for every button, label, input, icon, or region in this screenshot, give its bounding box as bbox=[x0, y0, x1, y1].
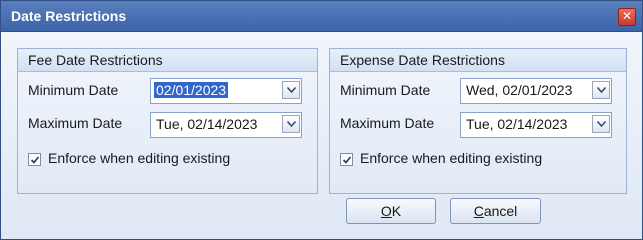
expense-maximum-date-picker[interactable]: Tue, 02/14/2023 bbox=[460, 112, 612, 138]
date-restrictions-dialog: Date Restrictions ✕ Fee Date Restriction… bbox=[0, 0, 643, 240]
expense-group-title: Expense Date Restrictions bbox=[340, 52, 505, 68]
expense-group-body: Minimum Date Wed, 02/01/2023 Maximum Dat… bbox=[330, 72, 626, 193]
expense-maximum-date-dropdown-button[interactable] bbox=[592, 115, 610, 133]
dialog-body: Fee Date Restrictions Minimum Date 02/01… bbox=[1, 32, 642, 239]
chevron-down-icon bbox=[597, 121, 606, 127]
fee-enforce-label[interactable]: Enforce when editing existing bbox=[48, 150, 230, 166]
expense-enforce-label[interactable]: Enforce when editing existing bbox=[360, 150, 542, 166]
checkmark-icon bbox=[342, 156, 352, 164]
fee-maximum-date-label: Maximum Date bbox=[28, 115, 123, 131]
ok-label-rest: K bbox=[391, 203, 402, 219]
fee-group-title: Fee Date Restrictions bbox=[28, 52, 163, 68]
expense-enforce-checkbox[interactable] bbox=[340, 153, 353, 166]
expense-minimum-date-picker[interactable]: Wed, 02/01/2023 bbox=[460, 78, 612, 104]
dialog-title: Date Restrictions bbox=[11, 8, 127, 24]
cancel-button[interactable]: Cancel bbox=[450, 198, 541, 224]
checkmark-icon bbox=[30, 156, 40, 164]
fee-maximum-date-value[interactable]: Tue, 02/14/2023 bbox=[154, 116, 259, 132]
fee-minimum-date-picker[interactable]: 02/01/2023 bbox=[150, 78, 302, 104]
fee-minimum-date-dropdown-button[interactable] bbox=[282, 81, 300, 99]
chevron-down-icon bbox=[597, 87, 606, 93]
expense-date-restrictions-group: Expense Date Restrictions Minimum Date W… bbox=[329, 48, 627, 194]
fee-group-body: Minimum Date 02/01/2023 Maximum Date Tue… bbox=[18, 72, 317, 193]
chevron-down-icon bbox=[287, 121, 296, 127]
expense-minimum-date-value[interactable]: Wed, 02/01/2023 bbox=[464, 82, 574, 98]
ok-button[interactable]: OK bbox=[346, 198, 436, 224]
cancel-label-rest: ancel bbox=[483, 203, 518, 219]
fee-minimum-date-label: Minimum Date bbox=[28, 82, 119, 98]
expense-minimum-date-dropdown-button[interactable] bbox=[592, 81, 610, 99]
chevron-down-icon bbox=[287, 87, 296, 93]
title-bar[interactable]: Date Restrictions ✕ bbox=[1, 1, 642, 32]
fee-enforce-checkbox[interactable] bbox=[28, 153, 41, 166]
cancel-mnemonic: C bbox=[473, 203, 484, 219]
expense-group-header: Expense Date Restrictions bbox=[330, 49, 626, 72]
fee-group-header: Fee Date Restrictions bbox=[18, 49, 317, 72]
fee-date-restrictions-group: Fee Date Restrictions Minimum Date 02/01… bbox=[17, 48, 318, 194]
expense-maximum-date-value[interactable]: Tue, 02/14/2023 bbox=[464, 116, 569, 132]
fee-maximum-date-picker[interactable]: Tue, 02/14/2023 bbox=[150, 112, 302, 138]
close-icon: ✕ bbox=[621, 9, 633, 23]
fee-maximum-date-dropdown-button[interactable] bbox=[282, 115, 300, 133]
fee-minimum-date-value[interactable]: 02/01/2023 bbox=[154, 82, 229, 98]
ok-mnemonic: O bbox=[380, 203, 392, 219]
expense-minimum-date-label: Minimum Date bbox=[340, 82, 431, 98]
expense-maximum-date-label: Maximum Date bbox=[340, 115, 435, 131]
close-button[interactable]: ✕ bbox=[618, 8, 636, 26]
